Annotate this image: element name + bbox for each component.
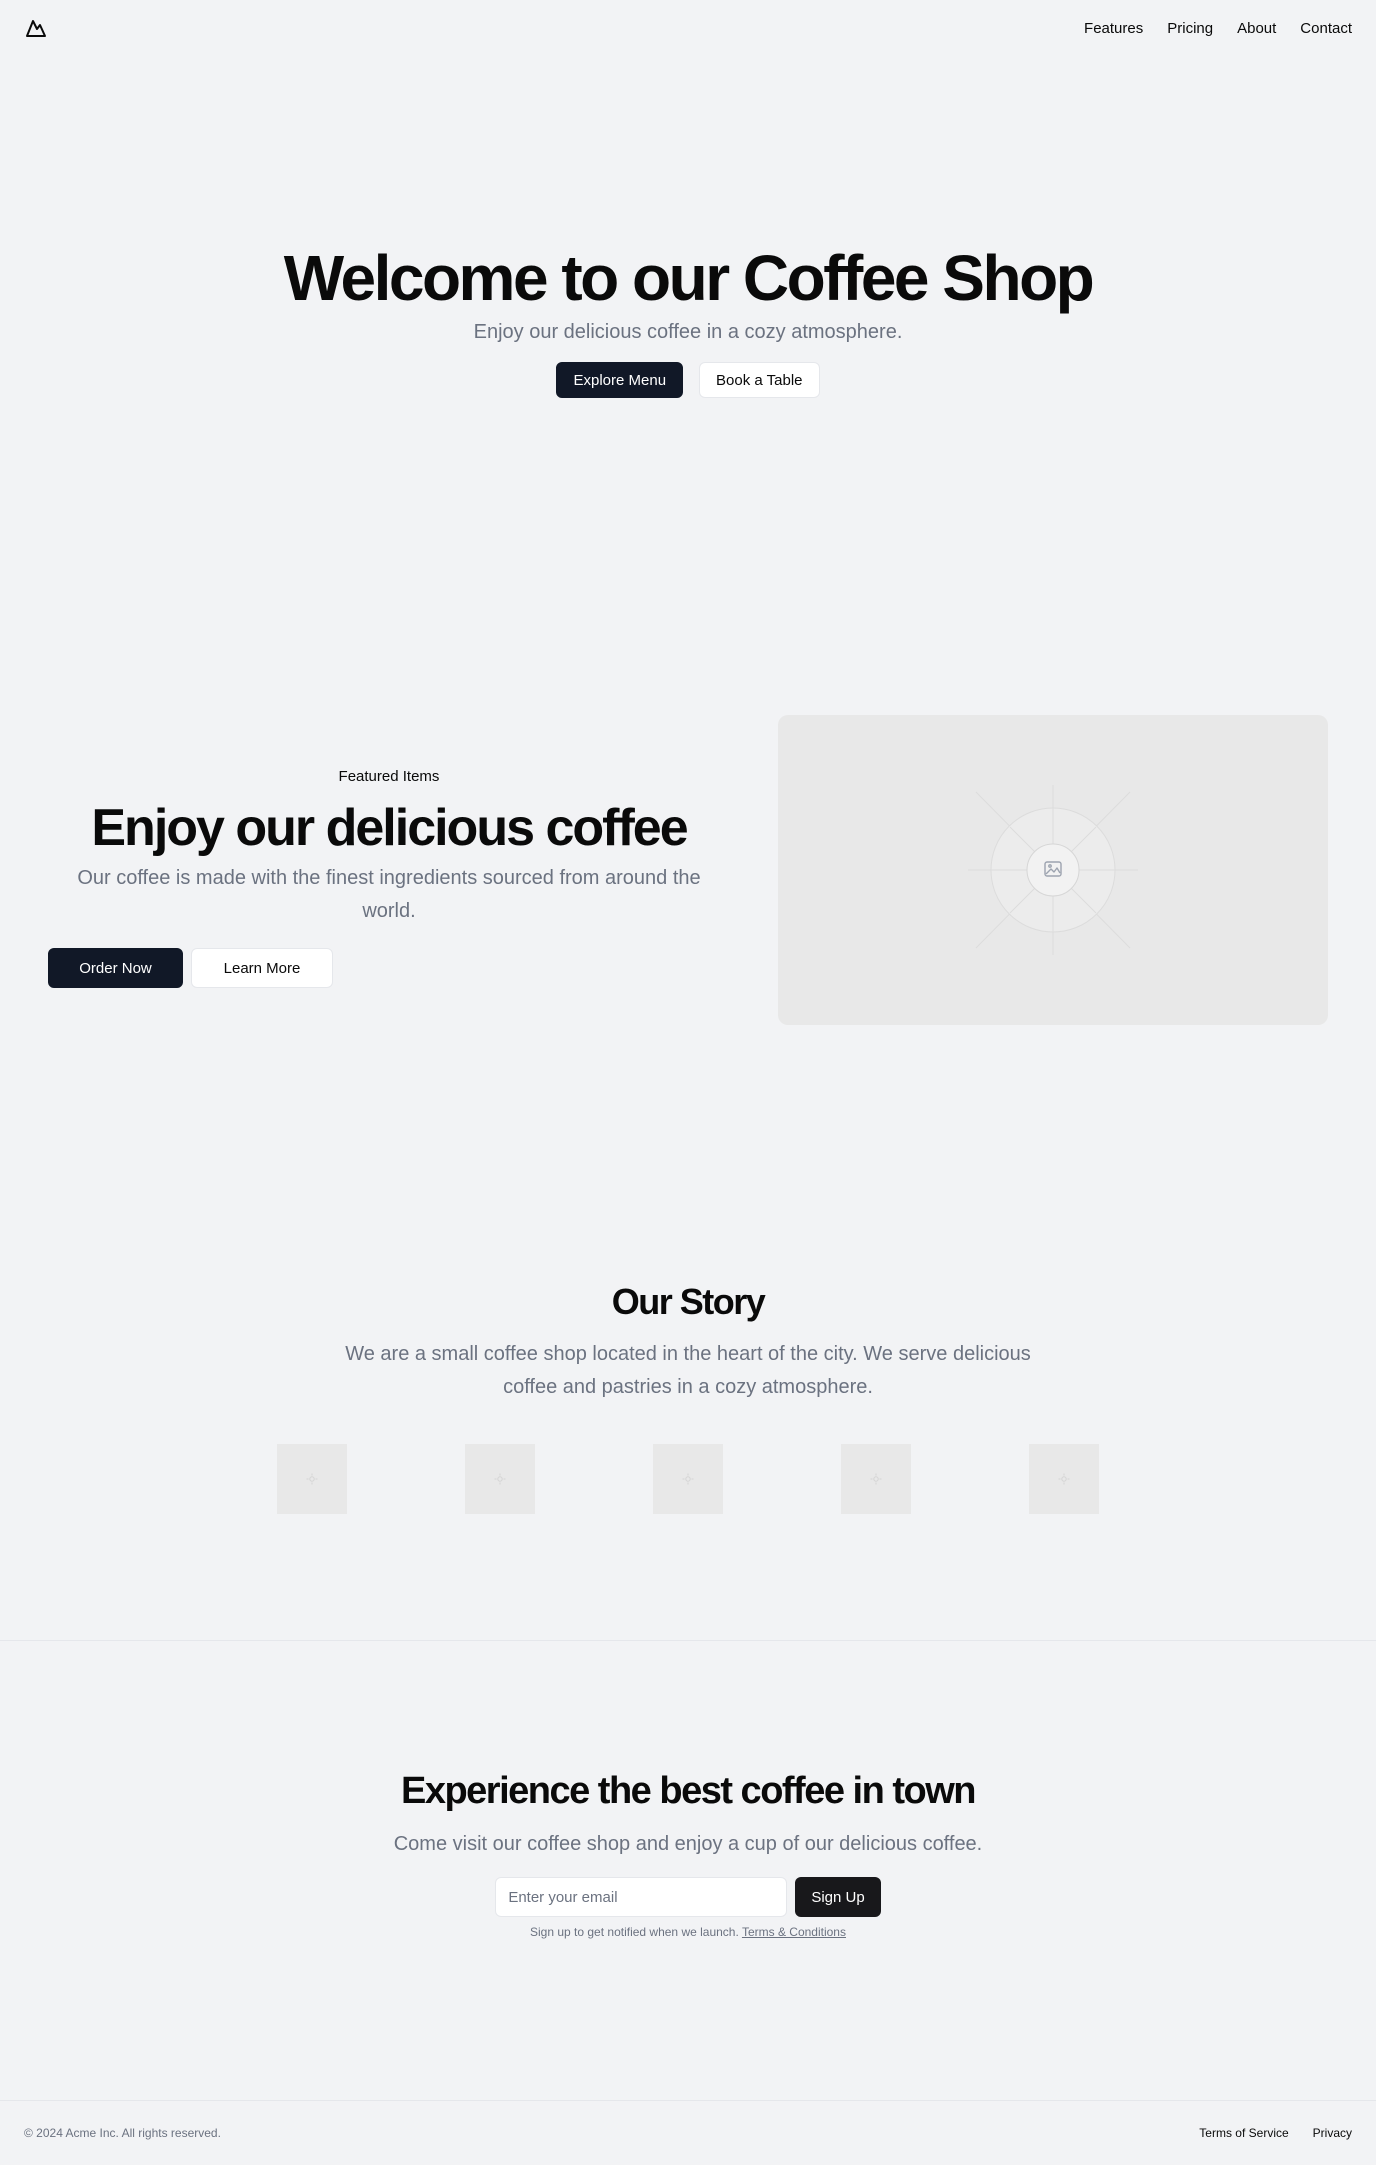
order-now-button[interactable]: Order Now	[48, 948, 183, 988]
sun-icon	[494, 1473, 506, 1485]
featured-title: Enjoy our delicious coffee	[91, 799, 688, 857]
fine-print-text: Sign up to get notified when we launch.	[530, 1925, 739, 1939]
story-section: Our Story We are a small coffee shop loc…	[0, 1278, 1376, 1514]
story-thumbnail	[277, 1444, 347, 1514]
section-divider	[0, 1640, 1376, 1641]
cta-title: Experience the best coffee in town	[400, 1770, 977, 1812]
story-thumbnail	[465, 1444, 535, 1514]
sun-icon	[306, 1473, 318, 1485]
page: Features Pricing About Contact Welcome t…	[0, 0, 1376, 2165]
story-thumbnail	[653, 1444, 723, 1514]
story-thumbnail	[1029, 1444, 1099, 1514]
hero-title: Welcome to our Coffee Shop	[283, 242, 1095, 314]
sun-icon	[682, 1473, 694, 1485]
site-header: Features Pricing About Contact	[0, 0, 1376, 56]
nav-about[interactable]: About	[1237, 20, 1276, 37]
featured-description: Our coffee is made with the finest ingre…	[77, 867, 701, 922]
sun-icon	[1058, 1473, 1070, 1485]
sun-icon	[870, 1473, 882, 1485]
sign-up-button[interactable]: Sign Up	[795, 1877, 881, 1917]
cta-description: Come visit our coffee shop and enjoy a c…	[393, 1833, 983, 1855]
nav-contact[interactable]: Contact	[1300, 20, 1352, 37]
main-nav: Features Pricing About Contact	[1084, 20, 1352, 37]
story-thumbnail	[841, 1444, 911, 1514]
terms-link[interactable]: Terms & Conditions	[742, 1925, 846, 1939]
email-input[interactable]	[495, 1877, 788, 1917]
book-table-button[interactable]: Book a Table	[699, 362, 820, 398]
featured-section: Featured Items Enjoy our delicious coffe…	[48, 764, 730, 988]
featured-image-placeholder	[778, 715, 1328, 1025]
logo-link[interactable]	[24, 16, 48, 40]
hero-subtitle: Enjoy our delicious coffee in a cozy atm…	[473, 321, 903, 343]
story-description: We are a small coffee shop located in th…	[345, 1343, 1031, 1398]
signup-form: Sign Up	[0, 1877, 1376, 1917]
featured-actions: Order Now Learn More	[48, 948, 730, 988]
site-footer: © 2024 Acme Inc. All rights reserved. Te…	[0, 2100, 1376, 2165]
nav-features[interactable]: Features	[1084, 20, 1143, 37]
story-title: Our Story	[611, 1281, 766, 1322]
story-thumbnails	[0, 1444, 1376, 1514]
cta-section: Experience the best coffee in town Come …	[0, 1766, 1376, 1939]
privacy-link[interactable]: Privacy	[1313, 2126, 1352, 2140]
hero-section: Welcome to our Coffee Shop Enjoy our del…	[0, 240, 1376, 398]
signup-fine-print: Sign up to get notified when we launch. …	[0, 1925, 1376, 1939]
copyright-text: © 2024 Acme Inc. All rights reserved.	[24, 2126, 221, 2140]
explore-menu-button[interactable]: Explore Menu	[556, 362, 684, 398]
featured-eyebrow: Featured Items	[338, 768, 440, 785]
footer-nav: Terms of Service Privacy	[1199, 2126, 1352, 2140]
terms-of-service-link[interactable]: Terms of Service	[1199, 2126, 1288, 2140]
nav-pricing[interactable]: Pricing	[1167, 20, 1213, 37]
image-placeholder-icon	[968, 785, 1138, 955]
mountain-icon	[26, 20, 46, 37]
learn-more-button[interactable]: Learn More	[191, 948, 333, 988]
hero-actions: Explore Menu Book a Table	[0, 362, 1376, 398]
